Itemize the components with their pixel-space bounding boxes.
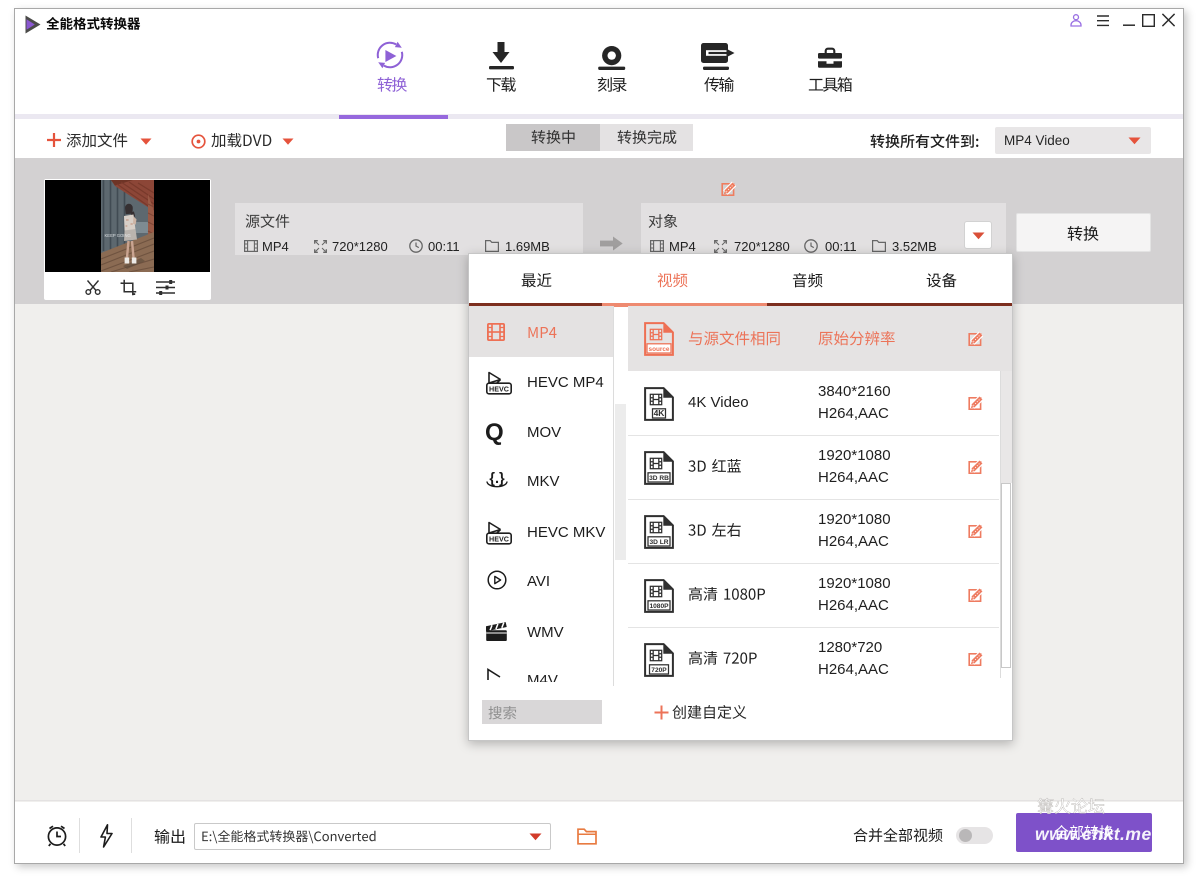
svg-text:3D RB: 3D RB [649,475,669,482]
svg-text:KEEP GOING: KEEP GOING [105,233,131,238]
svg-text:1080P: 1080P [649,603,669,610]
svg-text:720P: 720P [651,667,667,674]
svg-text:4K: 4K [654,408,666,418]
svg-text:3D LR: 3D LR [649,539,668,546]
svg-text:HEVC: HEVC [489,385,509,394]
svg-text:HEVC: HEVC [489,535,509,544]
svg-text:source: source [649,346,670,353]
svg-text:{.}: {.} [489,471,505,487]
